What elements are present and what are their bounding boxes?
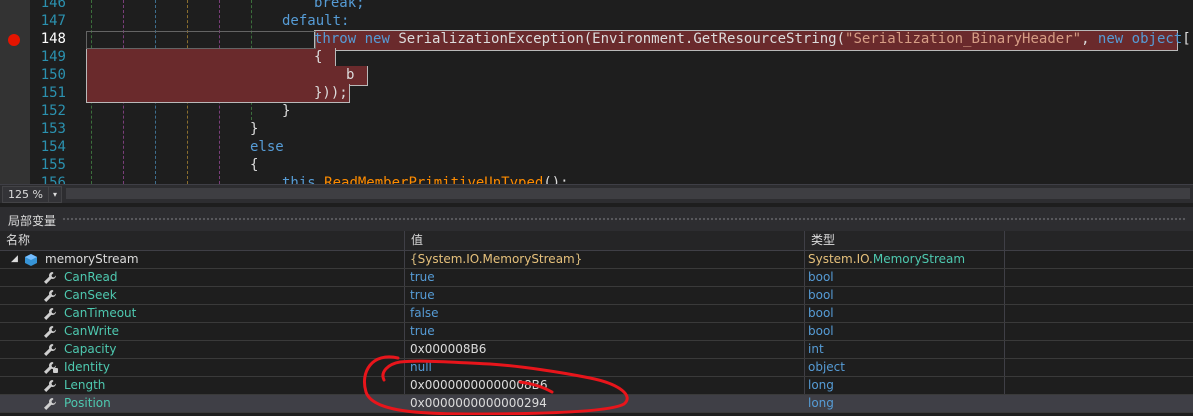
name-cell: CanRead — [0, 269, 405, 286]
property-wrench-icon — [43, 307, 57, 321]
property-wrench-icon — [43, 379, 57, 393]
value-cell[interactable]: 0x000008B6 — [405, 341, 805, 358]
code-line: else — [250, 139, 284, 155]
lock-icon — [53, 368, 58, 373]
line-number: 152 — [40, 103, 66, 119]
property-name: Length — [64, 378, 106, 392]
locals-panel-title-bar[interactable]: 局部变量 — [0, 207, 1193, 231]
code-line: throw new SerializationException(Environ… — [314, 31, 1193, 47]
horizontal-scrollbar[interactable] — [66, 188, 1190, 199]
code-line: } — [282, 103, 291, 119]
line-number: 147 — [40, 13, 66, 29]
table-row[interactable]: CanTimeout false bool — [0, 305, 1193, 323]
column-header-value[interactable]: 值 — [405, 231, 805, 250]
breakpoint-highlight — [86, 84, 350, 103]
line-number: 155 — [40, 157, 66, 173]
type-cell: long — [805, 395, 1005, 412]
code-line: b — [346, 67, 355, 83]
line-number: 146 — [40, 0, 66, 11]
code-editor[interactable]: 146 147 148 149 150 151 152 153 154 155 156 break;… — [0, 0, 1193, 184]
line-number: 150 — [40, 67, 66, 83]
property-wrench-icon — [43, 343, 57, 357]
type-cell: int — [805, 341, 1005, 358]
table-row-root[interactable]: ◢ memoryStream {System.IO.MemoryStream} … — [0, 251, 1193, 269]
type-cell: long — [805, 377, 1005, 394]
chevron-down-icon[interactable]: ▾ — [48, 187, 61, 202]
value-cell[interactable]: {System.IO.MemoryStream} — [405, 251, 805, 268]
property-wrench-icon — [43, 271, 57, 285]
code-line: } — [250, 121, 259, 137]
type-cell: object — [805, 359, 1005, 376]
value-cell[interactable]: true — [405, 287, 805, 304]
line-number: 149 — [40, 49, 66, 65]
line-number: 148 — [40, 31, 66, 47]
editor-status-strip: 125 % ▾ — [0, 184, 1193, 203]
column-header-name[interactable]: 名称 — [0, 231, 405, 250]
code-line: this.ReadMemberPrimitiveUnTyped(); — [282, 175, 569, 184]
property-wrench-icon — [43, 289, 57, 303]
code-line: { — [314, 49, 323, 65]
table-row[interactable]: Position 0x0000000000000294 long — [0, 395, 1193, 413]
line-number: 153 — [40, 121, 66, 137]
type-cell: bool — [805, 269, 1005, 286]
line-number: 156 — [40, 175, 66, 184]
property-name: Identity — [64, 360, 110, 374]
column-header-type[interactable]: 类型 — [805, 231, 1005, 250]
property-wrench-icon — [43, 325, 57, 339]
name-cell: Length — [0, 377, 405, 394]
table-row[interactable]: Identity null object — [0, 359, 1193, 377]
panel-title: 局部变量 — [8, 214, 57, 228]
property-name: Capacity — [64, 342, 117, 356]
local-variable-icon — [25, 254, 37, 266]
value-cell[interactable]: 0x00000000000008B6 — [405, 377, 805, 394]
panel-drag-grip[interactable] — [62, 217, 1187, 222]
line-number: 151 — [40, 85, 66, 101]
zoom-dropdown[interactable]: 125 % ▾ — [2, 186, 62, 203]
zoom-level: 125 % — [8, 188, 43, 201]
table-row[interactable]: Capacity 0x000008B6 int — [0, 341, 1193, 359]
name-cell: Capacity — [0, 341, 405, 358]
name-cell: Position — [0, 395, 405, 412]
type-cell: bool — [805, 323, 1005, 340]
value-cell[interactable]: true — [405, 269, 805, 286]
code-line: default: — [282, 13, 350, 29]
property-name: CanWrite — [64, 324, 120, 338]
code-line: })); — [314, 85, 348, 101]
name-cell: ◢ memoryStream — [0, 251, 405, 268]
value-cell[interactable]: 0x0000000000000294 — [405, 395, 805, 412]
name-cell: CanWrite — [0, 323, 405, 340]
breakpoint-highlight — [86, 66, 368, 86]
property-wrench-icon — [43, 397, 57, 411]
table-row[interactable]: CanWrite true bool — [0, 323, 1193, 341]
name-cell: CanSeek — [0, 287, 405, 304]
value-cell[interactable]: null — [405, 359, 805, 376]
type-cell: bool — [805, 287, 1005, 304]
table-row[interactable]: CanRead true bool — [0, 269, 1193, 287]
variable-name: memoryStream — [45, 252, 139, 266]
table-row[interactable]: Length 0x00000000000008B6 long — [0, 377, 1193, 395]
breakpoint-icon[interactable] — [8, 34, 20, 46]
name-cell: Identity — [0, 359, 405, 376]
table-row[interactable]: CanSeek true bool — [0, 287, 1193, 305]
code-line: break; — [314, 0, 365, 11]
property-name: CanRead — [64, 270, 118, 284]
locals-column-header: 名称 值 类型 — [0, 231, 1193, 251]
property-name: CanTimeout — [64, 306, 137, 320]
line-number-gutter: 146 147 148 149 150 151 152 153 154 155 156 — [30, 0, 66, 184]
collapse-triangle-icon[interactable]: ◢ — [11, 251, 18, 268]
property-name: Position — [64, 396, 111, 410]
code-line: { — [250, 157, 259, 173]
line-number: 154 — [40, 139, 66, 155]
value-cell[interactable]: true — [405, 323, 805, 340]
type-cell: System.IO.MemoryStream — [805, 251, 1005, 268]
property-name: CanSeek — [64, 288, 117, 302]
name-cell: CanTimeout — [0, 305, 405, 322]
breakpoint-margin[interactable] — [0, 0, 30, 184]
current-line-indicator — [86, 31, 316, 49]
value-cell[interactable]: false — [405, 305, 805, 322]
type-cell: bool — [805, 305, 1005, 322]
breakpoint-highlight — [86, 48, 336, 68]
root-value-text: System.IO.MemoryStream — [417, 252, 575, 266]
